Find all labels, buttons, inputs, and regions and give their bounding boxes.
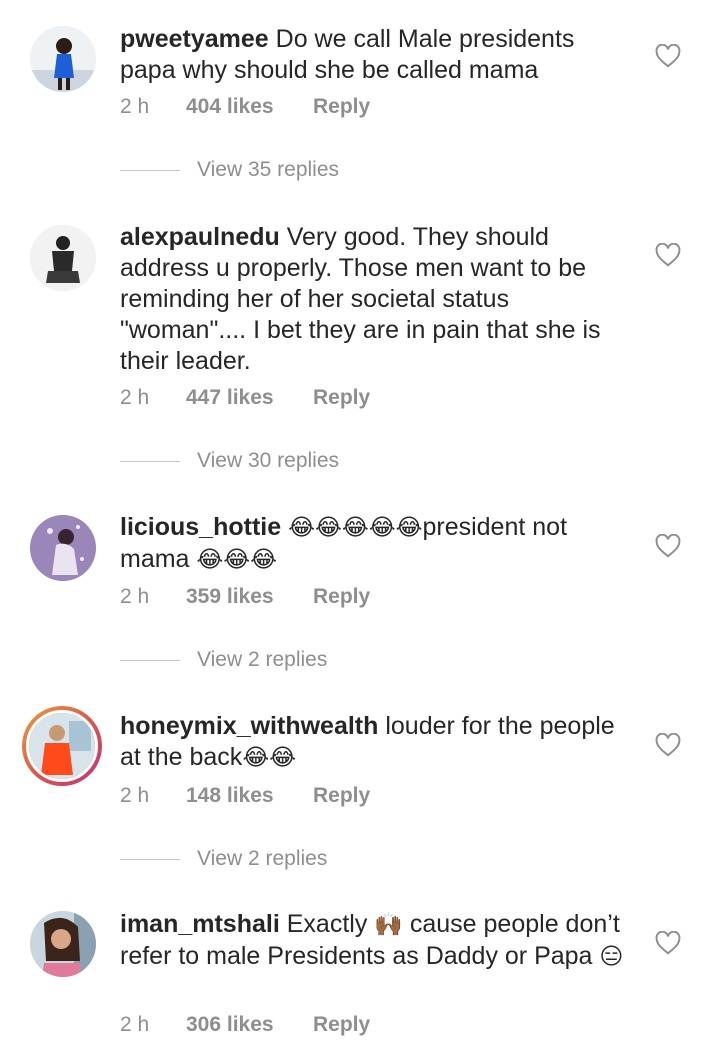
raising-hands-emoji: 🙌🏾 (374, 912, 403, 938)
comment-text: pweetyamee Do we call Male presidents pa… (120, 24, 625, 86)
comment-text: honeymix_withwealth louder for the peopl… (120, 711, 625, 774)
comment-text: licious_hottie 😂😂😂😂😂president not mama 😂… (120, 512, 625, 576)
comment-text: alexpaulnedu Very good. They should addr… (120, 222, 625, 377)
likes-count[interactable]: 306 likes (186, 1013, 313, 1037)
laughing-emoji: 😂😂😂😂😂 (288, 515, 423, 541)
comment-body: Exactly (286, 910, 368, 938)
laughing-emoji: 😂😂😂 (196, 547, 278, 573)
user-avatar[interactable] (30, 26, 96, 92)
username[interactable]: alexpaulnedu (120, 223, 280, 251)
reply-button[interactable]: Reply (313, 585, 370, 609)
comment-time: 2 h (120, 1013, 150, 1036)
view-replies-label: View 30 replies (197, 449, 340, 472)
view-replies-label: View 2 replies (197, 847, 328, 870)
laughing-emoji: 😂😂 (242, 745, 297, 771)
comment-meta: 2 h 306 likes Reply (120, 1013, 370, 1037)
view-replies-link[interactable]: View 2 replies (120, 648, 327, 672)
expressionless-emoji: 😑 (599, 944, 624, 970)
user-avatar[interactable] (30, 911, 96, 977)
reply-button[interactable]: Reply (313, 386, 370, 410)
divider-line (120, 169, 180, 171)
heart-outline-icon[interactable] (655, 732, 681, 757)
likes-count[interactable]: 404 likes (186, 95, 313, 119)
comment-text: iman_mtshali Exactly 🙌🏾 cause people don… (120, 909, 625, 973)
username[interactable]: licious_hottie (120, 513, 281, 541)
reply-button[interactable]: Reply (313, 1013, 370, 1037)
user-avatar[interactable] (30, 515, 96, 581)
comment-meta: 2 h 447 likes Reply (120, 386, 370, 410)
heart-outline-icon[interactable] (655, 930, 681, 955)
comment-meta: 2 h 359 likes Reply (120, 585, 370, 609)
heart-outline-icon[interactable] (655, 242, 681, 267)
likes-count[interactable]: 148 likes (186, 784, 313, 808)
user-avatar-story-ring[interactable] (22, 706, 102, 786)
view-replies-link[interactable]: View 35 replies (120, 158, 339, 182)
view-replies-link[interactable]: View 2 replies (120, 847, 327, 871)
comment-time: 2 h (120, 784, 150, 807)
username[interactable]: honeymix_withwealth (120, 712, 378, 740)
user-avatar[interactable] (30, 225, 96, 291)
heart-outline-icon[interactable] (655, 533, 681, 558)
divider-line (120, 460, 180, 462)
view-replies-label: View 35 replies (197, 158, 340, 181)
view-replies-label: View 2 replies (197, 648, 328, 671)
avatar-image (26, 710, 98, 782)
likes-count[interactable]: 359 likes (186, 585, 313, 609)
username[interactable]: pweetyamee (120, 25, 269, 53)
view-replies-link[interactable]: View 30 replies (120, 449, 339, 473)
comment-time: 2 h (120, 585, 150, 608)
username[interactable]: iman_mtshali (120, 910, 280, 938)
reply-button[interactable]: Reply (313, 784, 370, 808)
divider-line (120, 659, 180, 661)
reply-button[interactable]: Reply (313, 95, 370, 119)
comment-time: 2 h (120, 386, 150, 409)
likes-count[interactable]: 447 likes (186, 386, 313, 410)
divider-line (120, 858, 180, 860)
comment-time: 2 h (120, 95, 150, 118)
heart-outline-icon[interactable] (655, 43, 681, 68)
comment-meta: 2 h 148 likes Reply (120, 784, 370, 808)
comment-meta: 2 h 404 likes Reply (120, 95, 370, 119)
